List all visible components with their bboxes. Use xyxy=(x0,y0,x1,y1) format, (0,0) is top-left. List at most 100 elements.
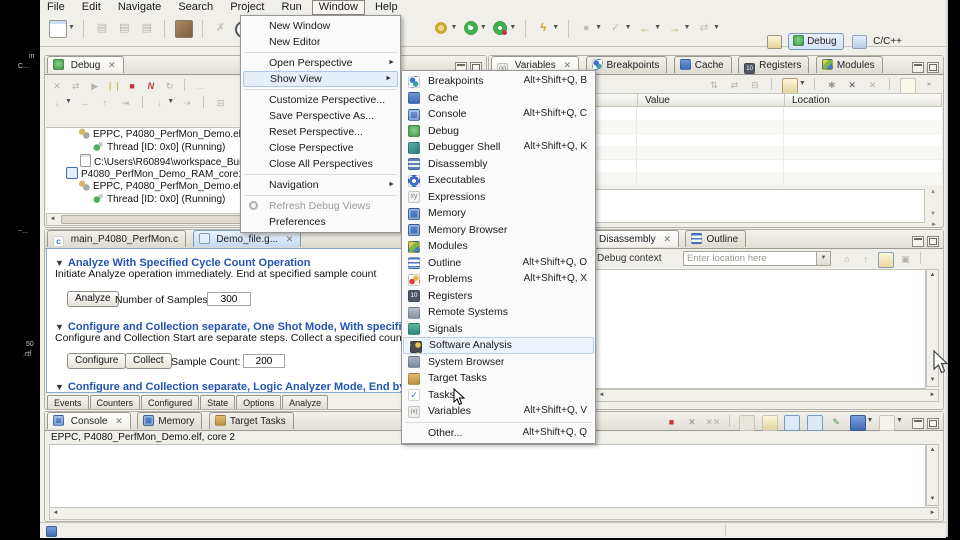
close-icon[interactable]: ✕ xyxy=(115,416,123,426)
menu-project[interactable]: Project xyxy=(223,0,271,15)
menu-item-show-view[interactable]: Show View ► xyxy=(243,71,398,87)
tab-registers[interactable]: 10 Registers xyxy=(738,56,810,74)
scroll-down-icon[interactable]: ▼ xyxy=(927,211,939,217)
maximize-icon[interactable] xyxy=(927,62,939,73)
scroll-left-icon[interactable]: ◄ xyxy=(47,214,58,225)
tab-modules[interactable]: Modules xyxy=(815,56,883,73)
last-edit-dropdown-icon[interactable]: ▼ xyxy=(595,20,602,36)
remove-launch-icon[interactable]: ✕ xyxy=(685,415,699,429)
tab-events[interactable]: Events xyxy=(47,395,89,409)
submenu-item-problems[interactable]: Problems Alt+Shift+Q, X xyxy=(402,271,595,288)
tab-memory[interactable]: Memory xyxy=(137,412,203,429)
annotation-icon[interactable]: ✓ xyxy=(608,20,624,36)
column-header-location[interactable]: Location xyxy=(792,95,830,106)
external-tools-icon[interactable]: ϟ xyxy=(535,20,551,36)
menu-item-navigation[interactable]: Navigation ► xyxy=(241,177,400,193)
next-annotation-icon[interactable]: ⇄ xyxy=(696,20,712,36)
tab-options[interactable]: Options xyxy=(236,395,282,409)
scope-icon[interactable] xyxy=(781,78,798,94)
remove-terminated-icon[interactable]: ✕ xyxy=(50,79,64,93)
maximize-icon[interactable] xyxy=(927,236,939,247)
display-selected-dropdown-icon[interactable]: ▼ xyxy=(896,413,903,429)
scroll-down-icon[interactable]: ▼ xyxy=(927,375,938,386)
disconnect-icon[interactable]: N xyxy=(144,79,158,93)
restart-icon[interactable]: ⇄ xyxy=(69,79,83,93)
submenu-item-software-analysis[interactable]: Software Analysis xyxy=(403,337,594,354)
view-menu-icon[interactable] xyxy=(899,78,916,94)
analyze-button[interactable]: Analyze xyxy=(67,291,119,307)
perspective-debug-button[interactable]: Debug xyxy=(788,33,844,50)
tab-target-tasks[interactable]: Target Tasks xyxy=(208,412,294,429)
remove-all-icon[interactable]: ✕ xyxy=(866,78,880,92)
maximize-icon[interactable] xyxy=(927,418,939,429)
menu-help[interactable]: Help xyxy=(368,0,405,15)
tab-outline[interactable]: Outline xyxy=(685,230,747,247)
console-output[interactable] xyxy=(49,444,926,508)
scroll-lock-icon[interactable] xyxy=(761,415,778,431)
more-actions-icon[interactable]: … xyxy=(193,79,207,93)
open-perspective-icon[interactable] xyxy=(767,34,783,49)
debug-config-dropdown-icon[interactable]: ▼ xyxy=(450,20,457,36)
tab-counters[interactable]: Counters xyxy=(89,395,141,409)
forward-dropdown-icon[interactable]: ▼ xyxy=(684,20,691,36)
collapse-all-icon[interactable]: ⊟ xyxy=(214,96,228,110)
save-icon[interactable]: ▤ xyxy=(94,20,110,36)
tab-state[interactable]: State xyxy=(200,395,236,409)
terminate-icon[interactable]: ■ xyxy=(125,79,139,93)
suspend-icon[interactable]: ❘❘ xyxy=(106,79,121,93)
submenu-item-system-browser[interactable]: System Browser xyxy=(402,354,595,371)
run-dropdown-icon[interactable]: ▼ xyxy=(480,20,487,36)
refresh-icon[interactable]: ↑ xyxy=(859,252,873,266)
new-wizard-icon[interactable] xyxy=(49,20,67,38)
close-icon[interactable]: ✕ xyxy=(108,60,116,70)
tab-debug[interactable]: Debug ✕ xyxy=(47,56,124,73)
submenu-item-signals[interactable]: Signals xyxy=(402,321,595,338)
show-stderr-toggle[interactable] xyxy=(806,415,823,431)
disassembly-hscrollbar[interactable]: ◄ ► xyxy=(595,389,939,402)
display-selected-icon[interactable] xyxy=(879,415,895,431)
annotation-dropdown-icon[interactable]: ▼ xyxy=(625,20,632,36)
combo-dropdown-icon[interactable]: ▼ xyxy=(816,252,830,265)
perspective-cpp-label[interactable]: C/C++ xyxy=(873,36,902,47)
menu-item-open-perspective[interactable]: Open Perspective ► xyxy=(241,55,400,71)
debug-config-icon[interactable] xyxy=(433,20,450,36)
back-icon[interactable]: ← xyxy=(637,20,653,36)
submenu-item-debug[interactable]: Debug xyxy=(402,123,595,140)
tab-configured[interactable]: Configured xyxy=(141,395,200,409)
menu-item-preferences[interactable]: Preferences xyxy=(241,214,400,230)
submenu-item-executables[interactable]: Executables xyxy=(402,172,595,189)
scroll-down-icon[interactable]: ▼ xyxy=(927,494,938,505)
menu-item-customize-perspective[interactable]: Customize Perspective... xyxy=(241,92,400,108)
show-stdout-toggle[interactable] xyxy=(784,415,801,431)
collapse-all-icon[interactable]: ⊟ xyxy=(748,78,762,92)
step-mode-dropdown-icon[interactable]: ▼ xyxy=(167,94,174,110)
close-icon[interactable]: ✕ xyxy=(286,234,294,244)
new-expression-icon[interactable]: ✱ xyxy=(825,78,839,92)
new-dropdown-icon[interactable]: ▼ xyxy=(68,20,75,36)
step-filters-icon[interactable]: ↻ xyxy=(163,79,177,93)
menu-item-reset-perspective[interactable]: Reset Perspective... xyxy=(241,124,400,140)
instruction-step-icon[interactable]: ⇥ xyxy=(118,96,132,110)
scroll-up-icon[interactable]: ▲ xyxy=(927,270,938,281)
sample-count-input[interactable] xyxy=(243,354,285,368)
scroll-up-icon[interactable]: ▲ xyxy=(927,189,939,195)
submenu-item-memory[interactable]: Memory xyxy=(402,205,595,222)
submenu-item-console[interactable]: Console Alt+Shift+Q, C xyxy=(402,106,595,123)
location-combo[interactable]: Enter location here ▼ xyxy=(683,251,831,266)
run-last-icon[interactable] xyxy=(492,20,509,36)
run-last-dropdown-icon[interactable]: ▼ xyxy=(509,20,516,36)
submenu-item-other[interactable]: Other... Alt+Shift+Q, Q xyxy=(402,425,595,442)
submenu-item-target-tasks[interactable]: Target Tasks xyxy=(402,370,595,387)
submenu-item-breakpoints[interactable]: Breakpoints Alt+Shift+Q, B xyxy=(402,73,595,90)
show-logical-structure-icon[interactable]: ⇄ xyxy=(727,78,741,92)
console-hscrollbar[interactable]: ◄ ► xyxy=(49,507,939,520)
detail-scrollbar[interactable]: ▲ ▼ xyxy=(927,189,939,221)
forward-icon[interactable]: → xyxy=(667,20,683,36)
scroll-right-icon[interactable]: ► xyxy=(927,508,938,519)
track-expression-icon[interactable] xyxy=(877,252,894,268)
cpp-perspective-icon[interactable] xyxy=(852,34,868,49)
step-into-icon[interactable]: ↓ xyxy=(50,96,64,110)
close-icon[interactable]: ✕ xyxy=(663,234,671,244)
close-icon[interactable]: ✕ xyxy=(564,60,572,70)
step-mode-icon[interactable]: ↓ xyxy=(152,96,166,110)
